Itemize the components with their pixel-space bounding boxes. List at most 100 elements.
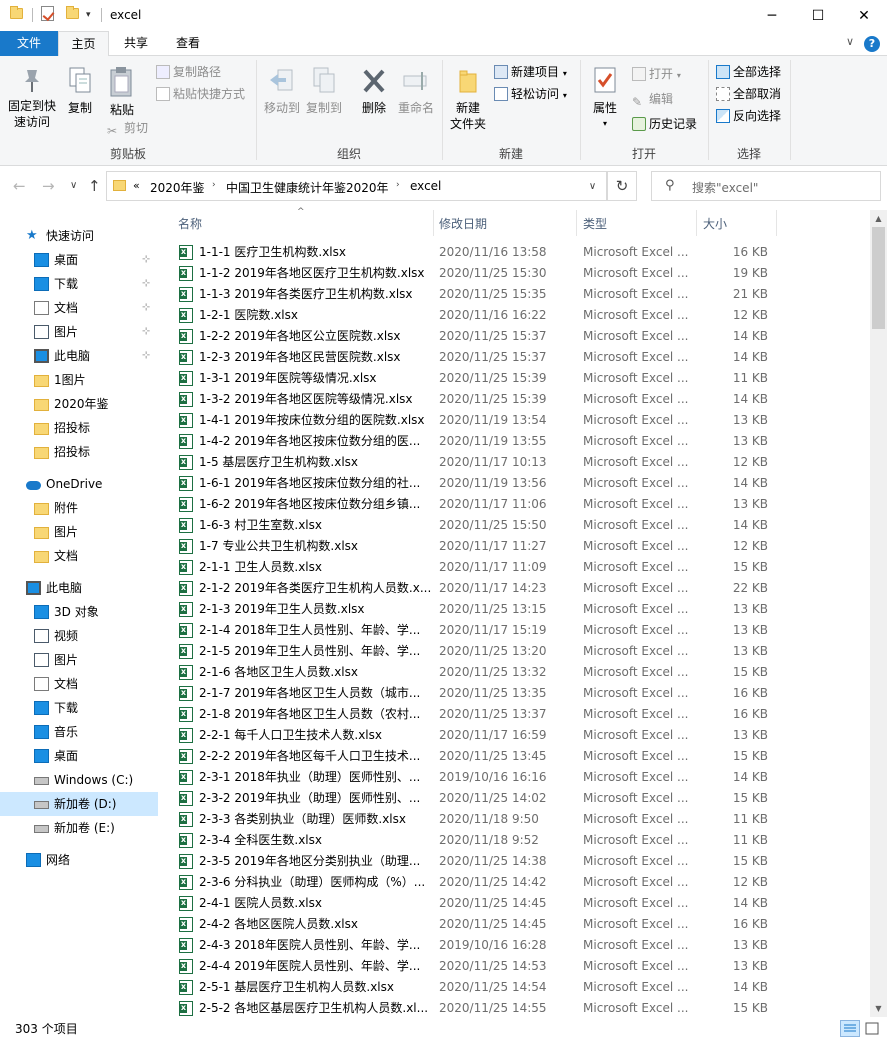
select-none-button[interactable]: 全部取消 [716, 84, 781, 104]
nav-item[interactable]: 音乐 [0, 720, 158, 744]
file-row[interactable]: 2-2-1 每千人口卫生技术人数.xlsx 2020/11/17 16:59 Mic… [170, 725, 870, 746]
address-bar[interactable]: « 2020年鉴 › 中国卫生健康统计年鉴2020年 › excel [106, 171, 607, 201]
file-row[interactable]: 1-5 基层医疗卫生机构数.xlsx 2020/11/17 10:13 Micros… [170, 452, 870, 473]
file-row[interactable]: 1-1-1 医疗卫生机构数.xlsx 2020/11/16 13:58 Micros… [170, 242, 870, 263]
nav-item[interactable]: 桌面 ⊹ [0, 248, 158, 272]
edit-button[interactable]: ✎ 编辑 [632, 89, 673, 109]
nav-item[interactable]: Windows (C:) [0, 768, 158, 792]
file-row[interactable]: 2-1-3 2019年卫生人员数.xlsx 2020/11/25 13:15 Mic… [170, 599, 870, 620]
search-box[interactable]: ⚲ 搜索"excel" [651, 171, 881, 201]
collapse-ribbon-icon[interactable]: ∨ [846, 35, 854, 48]
refresh-icon[interactable]: ↻ [607, 171, 637, 201]
nav-item[interactable]: 文档 [0, 672, 158, 696]
file-row[interactable]: 2-5-1 基层医疗卫生机构人员数.xlsx 2020/11/25 14:54 Mi… [170, 977, 870, 998]
address-dropdown-icon[interactable]: ∨ [579, 171, 607, 201]
nav-item[interactable]: OneDrive [0, 472, 158, 496]
chevron-right-icon[interactable]: › [212, 180, 216, 190]
nav-item[interactable]: 图片 [0, 520, 158, 544]
up-arrow-icon[interactable]: ↑ [88, 177, 101, 195]
nav-item[interactable]: 2020年鉴 [0, 392, 158, 416]
file-row[interactable]: 2-1-6 各地区卫生人员数.xlsx 2020/11/25 13:32 Micro… [170, 662, 870, 683]
scroll-up-icon[interactable]: ▲ [870, 210, 887, 227]
nav-item[interactable]: 桌面 [0, 744, 158, 768]
file-row[interactable]: 1-6-2 2019年各地区按床位数分组乡镇... 2020/11/17 11:0… [170, 494, 870, 515]
file-row[interactable]: 2-1-8 2019年各地区卫生人员数（农村... 2020/11/25 13:3… [170, 704, 870, 725]
minimize-button[interactable]: ─ [749, 0, 795, 31]
file-row[interactable]: 2-4-4 2019年医院人员性别、年龄、学... 2020/11/25 14:5… [170, 956, 870, 977]
easy-access-button[interactable]: 轻松访问 ▾ [494, 84, 567, 104]
rename-button[interactable]: 重命名 [396, 66, 436, 116]
nav-item[interactable]: 新加卷 (D:) [0, 792, 158, 816]
column-divider[interactable] [696, 210, 697, 236]
pin-icon[interactable]: ⊹ [142, 248, 150, 272]
tab-view[interactable]: 查看 [164, 31, 212, 56]
nav-item[interactable]: 此电脑 [0, 576, 158, 600]
tab-share[interactable]: 共享 [112, 31, 160, 56]
file-row[interactable]: 2-4-2 各地区医院人员数.xlsx 2020/11/25 14:45 Micro… [170, 914, 870, 935]
properties-quick-icon[interactable] [41, 6, 54, 21]
file-row[interactable]: 2-1-2 2019年各类医疗卫生机构人员数.x... 2020/11/17 14… [170, 578, 870, 599]
tab-home[interactable]: 主页 [58, 31, 109, 57]
open-button[interactable]: 打开 ▾ [632, 64, 681, 84]
nav-item[interactable]: 招投标 [0, 440, 158, 464]
new-folder-button[interactable]: 新建 文件夹 [448, 66, 488, 132]
pin-icon[interactable]: ⊹ [142, 272, 150, 296]
scroll-down-icon[interactable]: ▼ [870, 1000, 887, 1017]
cut-button[interactable]: ✂ 剪切 [107, 118, 148, 138]
pin-icon[interactable]: ⊹ [142, 320, 150, 344]
file-row[interactable]: 1-7 专业公共卫生机构数.xlsx 2020/11/17 11:27 Micros… [170, 536, 870, 557]
move-to-button[interactable]: 移动到 [262, 66, 302, 116]
recent-locations-icon[interactable]: ∨ [70, 180, 77, 191]
scrollbar-thumb[interactable] [872, 227, 885, 329]
file-row[interactable]: 2-1-1 卫生人员数.xlsx 2020/11/17 11:09 Microsof… [170, 557, 870, 578]
column-divider[interactable] [576, 210, 577, 236]
chevron-right-icon[interactable]: › [396, 180, 400, 190]
nav-item[interactable]: 新加卷 (E:) [0, 816, 158, 840]
file-row[interactable]: 2-2-2 2019年各地区每千人口卫生技术... 2020/11/25 13:4… [170, 746, 870, 767]
pin-to-quick-access-button[interactable]: 固定到快 速访问 [6, 66, 58, 130]
large-icons-view-icon[interactable] [862, 1020, 882, 1037]
file-row[interactable]: 2-3-2 2019年执业（助理）医师性别、... 2020/11/25 14:0… [170, 788, 870, 809]
copy-path-button[interactable]: 复制路径 [156, 62, 221, 82]
file-row[interactable]: 2-3-3 各类别执业（助理）医师数.xlsx 2020/11/18 9:50 Mi… [170, 809, 870, 830]
file-row[interactable]: 1-4-1 2019年按床位数分组的医院数.xlsx 2020/11/19 13:… [170, 410, 870, 431]
file-row[interactable]: 1-2-2 2019年各地区公立医院数.xlsx 2020/11/25 15:37… [170, 326, 870, 347]
back-arrow-icon[interactable]: ← [13, 177, 26, 195]
file-row[interactable]: 1-2-3 2019年各地区民营医院数.xlsx 2020/11/25 15:37… [170, 347, 870, 368]
breadcrumb-item[interactable]: 2020年鉴 [150, 179, 205, 196]
file-row[interactable]: 2-4-1 医院人员数.xlsx 2020/11/25 14:45 Microsof… [170, 893, 870, 914]
file-row[interactable]: 1-2-1 医院数.xlsx 2020/11/16 16:22 Microsoft … [170, 305, 870, 326]
file-row[interactable]: 1-3-2 2019年各地区医院等级情况.xlsx 2020/11/25 15:3… [170, 389, 870, 410]
nav-item[interactable]: 文档 ⊹ [0, 296, 158, 320]
nav-item[interactable]: 3D 对象 [0, 600, 158, 624]
nav-item[interactable]: 此电脑 ⊹ [0, 344, 158, 368]
column-date-header[interactable]: 修改日期 [439, 215, 487, 232]
nav-item[interactable]: 招投标 [0, 416, 158, 440]
new-item-button[interactable]: 新建项目 ▾ [494, 62, 567, 82]
nav-item[interactable]: 1图片 [0, 368, 158, 392]
paste-shortcut-button[interactable]: 粘贴快捷方式 [156, 84, 245, 104]
delete-button[interactable]: 删除 [356, 66, 392, 116]
select-all-button[interactable]: 全部选择 [716, 62, 781, 82]
nav-item[interactable]: ★ 快速访问 [0, 224, 158, 248]
breadcrumb-item[interactable]: excel [410, 179, 441, 193]
new-folder-quick-icon[interactable] [66, 6, 79, 19]
file-row[interactable]: 2-1-4 2018年卫生人员性别、年龄、学... 2020/11/17 15:1… [170, 620, 870, 641]
file-row[interactable]: 2-4-3 2018年医院人员性别、年龄、学... 2019/10/16 16:2… [170, 935, 870, 956]
column-divider[interactable] [776, 210, 777, 236]
tab-file[interactable]: 文件 [0, 31, 58, 56]
history-button[interactable]: 历史记录 [632, 114, 697, 134]
vertical-scrollbar[interactable]: ▲ ▼ [870, 210, 887, 1017]
paste-button[interactable]: 粘贴 [104, 66, 140, 118]
file-row[interactable]: 2-3-1 2018年执业（助理）医师性别、... 2019/10/16 16:1… [170, 767, 870, 788]
close-button[interactable]: ✕ [841, 0, 887, 31]
help-icon[interactable]: ? [864, 36, 880, 52]
nav-item[interactable]: 图片 [0, 648, 158, 672]
nav-item[interactable]: 图片 ⊹ [0, 320, 158, 344]
file-row[interactable]: 1-4-2 2019年各地区按床位数分组的医... 2020/11/19 13:5… [170, 431, 870, 452]
nav-item[interactable]: 下载 ⊹ [0, 272, 158, 296]
nav-item[interactable]: 网络 [0, 848, 158, 872]
file-row[interactable]: 1-1-2 2019年各地区医疗卫生机构数.xlsx 2020/11/25 15:… [170, 263, 870, 284]
file-row[interactable]: 2-3-6 分科执业（助理）医师构成（%）... 2020/11/25 14:42… [170, 872, 870, 893]
column-name-header[interactable]: 名称 [178, 215, 202, 232]
